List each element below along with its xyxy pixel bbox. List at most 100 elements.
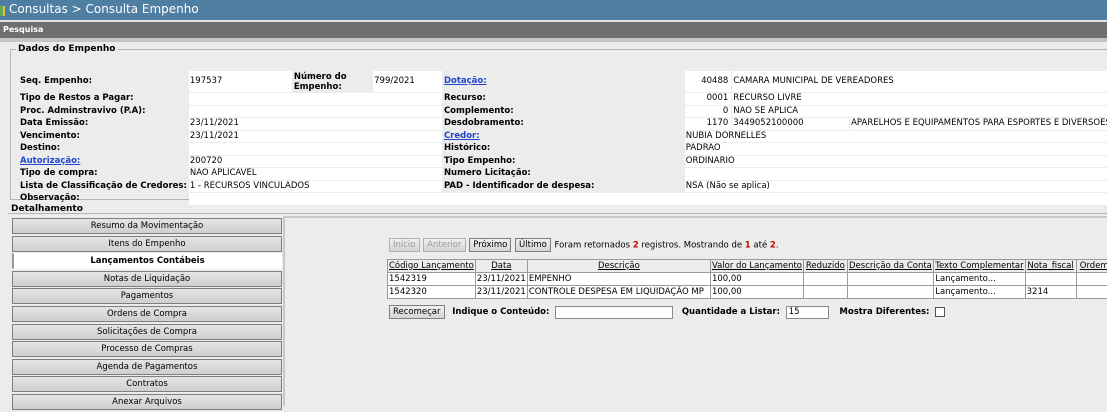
col-descricao[interactable]: Descrição [527,260,710,273]
complemento-label: Complemento: [443,106,684,118]
section-divider [0,38,1107,42]
autorizacao-value: 200720 [189,156,442,168]
cell-reduzido [804,273,848,286]
first-page-button[interactable]: Início [389,238,420,252]
dados-empenho-panel: Dados do Empenho Seq. Empenho: 197537 Nú… [10,44,1107,200]
cell-descricao-conta [847,273,934,286]
pagination-text-1: Foram retornados [555,241,631,251]
pagination-dot: . [776,241,779,251]
menu-solicitacoes-compra[interactable]: Solicitações de Compra [12,324,282,340]
tipo-compra-value: NÃO APLICÁVEL [189,168,442,180]
col-descricao-conta[interactable]: Descrição da Conta [847,260,934,273]
col-data[interactable]: Data [475,260,527,273]
col-codigo-lancamento[interactable]: Código Lançamento [388,260,476,273]
menu-agenda-pagamentos[interactable]: Agenda de Pagamentos [12,359,282,375]
tipo-restos-label: Tipo de Restos a Pagar: [19,93,188,105]
table-row[interactable]: 1542319 23/11/2021 EMPENHO 100,00 Lançam… [388,273,1107,286]
recurso-code: 0001 [685,93,732,105]
menu-processo-compras[interactable]: Processo de Compras [12,341,282,357]
menu-pagamentos[interactable]: Pagamentos [12,288,282,304]
tipo-restos-value [189,93,442,105]
quantidade-listar-input[interactable] [786,306,829,319]
autorizacao-link[interactable]: Autorização: [20,156,80,166]
credor-link[interactable]: Credor: [444,131,480,141]
col-texto-complementar[interactable]: Texto Complementar [934,260,1025,273]
lista-classificacao-value: 1 - RECURSOS VINCULADOS [189,181,442,193]
table-header-row: Código Lançamento Data Descrição Valor d… [388,260,1107,273]
cell-data: 23/11/2021 [475,286,527,299]
cell-descricao: CONTROLE DESPESA EM LIQUIDAÇÃO MP [527,286,710,299]
dados-empenho-form: Seq. Empenho: 197537 Número do Empenho: … [18,70,1107,206]
lista-classificacao-label: Lista de Classificação de Credores: [19,181,188,193]
menu-ordens-compra[interactable]: Ordens de Compra [12,306,282,322]
indique-conteudo-input[interactable] [555,306,673,319]
app-logo-icon [0,6,5,16]
recomecar-button[interactable]: Recomeçar [389,305,445,319]
tipo-empenho-value: ORDINÁRIO [685,156,1107,168]
cell-ordem [1076,273,1107,286]
lancamentos-table: Código Lançamento Data Descrição Valor d… [387,259,1107,299]
observacao-label: Observação: [19,193,188,205]
mostra-diferentes-label: Mostra Diferentes: [839,307,929,317]
desdobramento-code: 1170 [685,118,732,130]
col-valor-lancamento[interactable]: Valor do Lançamento [710,260,803,273]
last-page-button[interactable]: Último [515,238,551,252]
cell-descricao-conta [847,286,934,299]
mostra-diferentes-checkbox[interactable] [935,307,945,317]
seq-empenho-label: Seq. Empenho: [19,71,188,92]
pagination-text-3: até [753,241,767,251]
table-row[interactable]: 1542320 23/11/2021 CONTROLE DESPESA EM L… [388,286,1107,299]
record-count: 2 [633,241,639,251]
proc-administrativo-value [189,106,442,118]
complemento-description: NÃO SE APLICA [732,106,1107,118]
numero-empenho-label: Número do Empenho: [293,71,372,92]
recurso-label: Recurso: [443,93,684,105]
cell-reduzido [804,286,848,299]
dotacao-link[interactable]: Dotação: [444,76,487,86]
data-emissao-label: Data Emissão: [19,118,188,130]
pagination-text: Foram retornados 2 registros. Mostrando … [555,241,779,251]
next-page-button[interactable]: Próximo [469,238,511,252]
detalhamento-content: Início Anterior Próximo Último Foram ret… [283,216,1107,406]
dotacao-description: CAMARA MUNICIPAL DE VEREADORES [732,71,1107,92]
detalhamento-divider [8,213,1107,214]
menu-lancamentos-contabeis[interactable]: Lançamentos Contábeis [12,253,282,269]
cell-codigo: 1542320 [388,286,476,299]
cell-codigo: 1542319 [388,273,476,286]
recurso-description: RECURSO LIVRE [732,93,1107,105]
search-section-header[interactable]: Pesquisa [0,22,1107,38]
window-title-bar: Consultas > Consulta Empenho [0,0,1107,20]
cell-valor: 100,00 [710,286,803,299]
menu-itens-empenho[interactable]: Itens do Empenho [12,236,282,252]
cell-nota-fiscal: 3214 [1025,286,1076,299]
previous-page-button[interactable]: Anterior [423,238,465,252]
complemento-code: 0 [685,106,732,118]
vencimento-value: 23/11/2021 [189,131,442,143]
search-section-label: Pesquisa [3,25,43,34]
numero-licitacao-label: Numero Licitação: [443,168,684,180]
indique-conteudo-label: Indique o Conteúdo: [452,307,549,317]
menu-resumo-movimentacao[interactable]: Resumo da Movimentação [12,218,282,234]
detalhamento-menu: Resumo da Movimentação Itens do Empenho … [12,218,283,412]
cell-valor: 100,00 [710,273,803,286]
desdobramento-number: 3449052100000 [732,118,849,130]
data-emissao-value: 23/11/2021 [189,118,442,130]
cell-texto-complementar[interactable]: Lançamento... [934,273,1025,286]
numero-licitacao-value [685,168,1107,180]
pagination-bar: Início Anterior Próximo Último Foram ret… [389,238,779,252]
cell-texto-complementar[interactable]: Lançamento... [934,286,1025,299]
page-title: Consultas > Consulta Empenho [9,2,199,16]
col-nota-fiscal[interactable]: Nota_fiscal [1025,260,1076,273]
desdobramento-description: APARELHOS E EQUIPAMENTOS PARA ESPORTES E… [850,118,1107,130]
cell-data: 23/11/2021 [475,273,527,286]
menu-notas-liquidacao[interactable]: Notas de Liquidação [12,271,282,287]
col-reduzido[interactable]: Reduzido [804,260,848,273]
quantidade-listar-label: Quantidade a Listar: [682,307,780,317]
desdobramento-label: Desdobramento: [443,118,684,130]
vencimento-label: Vencimento: [19,131,188,143]
col-ordem[interactable]: Ordem [1076,260,1107,273]
historico-label: Histórico: [443,143,684,155]
menu-contratos[interactable]: Contratos [12,376,282,392]
cell-descricao: EMPENHO [527,273,710,286]
range-from: 1 [745,241,751,251]
